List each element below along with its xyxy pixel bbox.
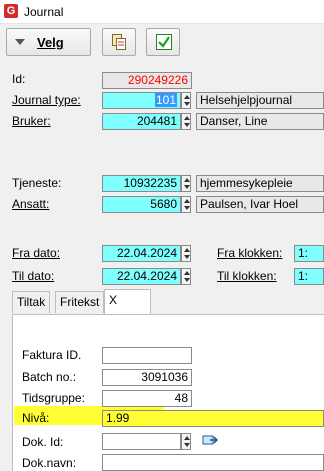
bruker-name-field: Danser, Line (196, 113, 324, 130)
journal-type-spinner[interactable] (181, 92, 191, 109)
faktura-label: Faktura ID. (22, 348, 82, 362)
til-klokken-field[interactable]: 1: (294, 268, 324, 285)
title-bar: G Journal (0, 0, 324, 24)
fra-dato-field[interactable]: 22.04.2024 (102, 245, 181, 262)
velg-label: Velg (37, 35, 64, 50)
window-title: Journal (24, 5, 64, 19)
journal-type-code-field[interactable]: 101 (102, 92, 181, 109)
tab-x[interactable]: X (104, 289, 151, 316)
dok-navn-field[interactable] (102, 454, 324, 471)
tjeneste-spinner[interactable] (181, 175, 191, 192)
journal-type-code: 101 (154, 93, 177, 107)
journal-type-label: Journal type: (12, 93, 81, 107)
bruker-label: Bruker: (12, 114, 51, 128)
tjeneste-label: Tjeneste: (12, 176, 62, 190)
til-dato-field[interactable]: 22.04.2024 (102, 268, 181, 285)
til-dato-spinner[interactable] (181, 268, 191, 285)
id-label: Id: (12, 72, 26, 86)
dok-navn-label: Dok.navn: (22, 456, 77, 470)
tidsgruppe-label: Tidsgruppe: (22, 391, 85, 405)
journal-type-name-field: Helsehjelpjournal (196, 92, 324, 109)
check-icon (156, 34, 172, 50)
fra-klokken-field[interactable]: 1: (294, 245, 324, 262)
dok-id-label: Dok. Id: (22, 435, 64, 449)
batch-label: Batch no.: (22, 370, 77, 384)
til-klokken-label: Til klokken: (217, 269, 277, 283)
bruker-spinner[interactable] (181, 113, 191, 130)
fra-dato-label: Fra dato: (12, 246, 61, 260)
dok-id-field[interactable] (102, 433, 181, 450)
attach-document-icon[interactable] (202, 433, 218, 447)
tjeneste-code-field[interactable]: 10932235 (102, 175, 181, 192)
niva-label: Nivå: (22, 411, 50, 425)
copy-button[interactable] (102, 28, 136, 56)
ansatt-name-field: Paulsen, Ivar Hoel (196, 196, 324, 213)
tab-tiltak[interactable]: Tiltak (12, 291, 51, 313)
confirm-button[interactable] (146, 28, 180, 56)
bruker-code-field[interactable]: 204481 (102, 113, 181, 130)
niva-field[interactable]: 1.99 (102, 410, 324, 427)
faktura-field[interactable] (102, 347, 192, 364)
tjeneste-name-field: hjemmesykepleie (196, 175, 324, 192)
dropdown-arrow-icon (15, 39, 25, 45)
ansatt-label: Ansatt: (12, 197, 50, 211)
ansatt-code-field[interactable]: 5680 (102, 196, 181, 213)
batch-field[interactable]: 3091036 (102, 369, 192, 386)
fra-dato-spinner[interactable] (181, 245, 191, 262)
dok-id-spinner[interactable] (181, 433, 191, 450)
toolbar: Velg (0, 24, 324, 60)
tidsgruppe-field[interactable]: 48 (102, 390, 192, 407)
velg-button[interactable]: Velg (6, 28, 91, 56)
tab-fritekst[interactable]: Fritekst (55, 291, 105, 313)
app-icon: G (4, 4, 18, 18)
til-dato-label: Til dato: (12, 269, 55, 283)
id-field: 290249226 (102, 72, 192, 89)
copy-icon (112, 34, 126, 50)
ansatt-spinner[interactable] (181, 196, 191, 213)
fra-klokken-label: Fra klokken: (217, 246, 283, 260)
